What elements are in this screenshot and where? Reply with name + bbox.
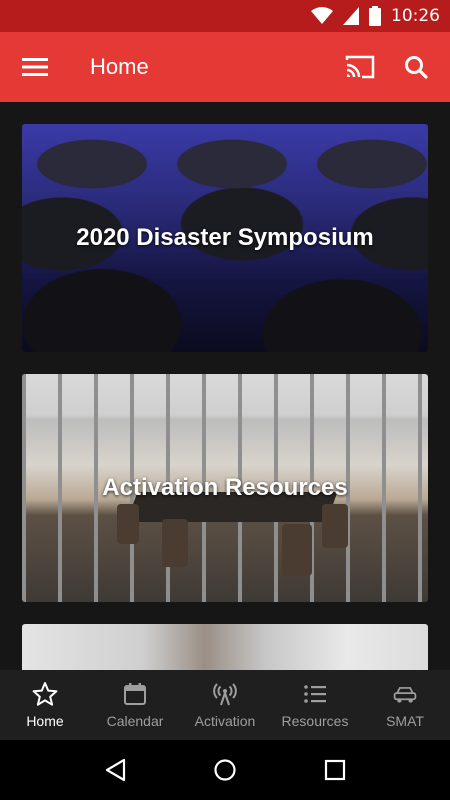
status-bar: 10:26 bbox=[0, 0, 450, 32]
wifi-icon bbox=[311, 7, 333, 25]
laptops-desk-image bbox=[22, 624, 428, 670]
search-button[interactable] bbox=[388, 32, 444, 102]
nav-label: SMAT bbox=[386, 713, 424, 729]
home-system-button[interactable] bbox=[200, 745, 250, 795]
nav-label: Resources bbox=[281, 713, 349, 729]
home-feed[interactable]: 2020 Disaster Symposium Activation Resou… bbox=[0, 102, 450, 670]
hamburger-menu-icon bbox=[22, 58, 48, 76]
battery-icon bbox=[369, 6, 381, 26]
cellular-signal-icon bbox=[343, 7, 359, 25]
back-button[interactable] bbox=[90, 745, 140, 795]
card-disaster-symposium[interactable]: 2020 Disaster Symposium bbox=[22, 124, 428, 352]
chair-shape bbox=[162, 519, 188, 567]
list-icon bbox=[304, 685, 326, 703]
nav-item-calendar[interactable]: Calendar bbox=[90, 670, 180, 740]
recents-square-icon bbox=[324, 759, 346, 781]
recents-button[interactable] bbox=[310, 745, 360, 795]
card-title: Activation Resources bbox=[102, 474, 348, 501]
nav-item-smat[interactable]: SMAT bbox=[360, 670, 450, 740]
search-icon bbox=[405, 56, 428, 79]
card-activation-resources[interactable]: Activation Resources bbox=[22, 374, 428, 602]
nav-label: Calendar bbox=[106, 713, 164, 729]
bottom-navigation: Home Calendar Activation Resources SMAT bbox=[0, 670, 450, 740]
system-navigation-bar bbox=[0, 740, 450, 800]
chair-shape bbox=[282, 524, 312, 576]
app-bar: Home bbox=[0, 32, 450, 102]
broadcast-icon bbox=[213, 683, 237, 706]
back-triangle-icon bbox=[105, 758, 126, 782]
star-icon bbox=[32, 682, 58, 706]
nav-item-resources[interactable]: Resources bbox=[270, 670, 360, 740]
chair-shape bbox=[322, 504, 348, 548]
status-time: 10:26 bbox=[391, 6, 440, 26]
cast-button[interactable] bbox=[332, 32, 388, 102]
page-title: Home bbox=[90, 54, 149, 79]
cast-icon bbox=[345, 55, 375, 79]
card-third[interactable] bbox=[22, 624, 428, 670]
card-title: 2020 Disaster Symposium bbox=[76, 224, 374, 251]
home-circle-icon bbox=[214, 759, 236, 781]
menu-button[interactable] bbox=[0, 32, 70, 102]
nav-label: Home bbox=[26, 713, 64, 729]
car-icon bbox=[393, 687, 417, 703]
nav-item-home[interactable]: Home bbox=[0, 670, 90, 740]
nav-label: Activation bbox=[194, 713, 256, 729]
calendar-icon bbox=[124, 683, 146, 705]
chair-shape bbox=[117, 504, 139, 544]
nav-item-activation[interactable]: Activation bbox=[180, 670, 270, 740]
